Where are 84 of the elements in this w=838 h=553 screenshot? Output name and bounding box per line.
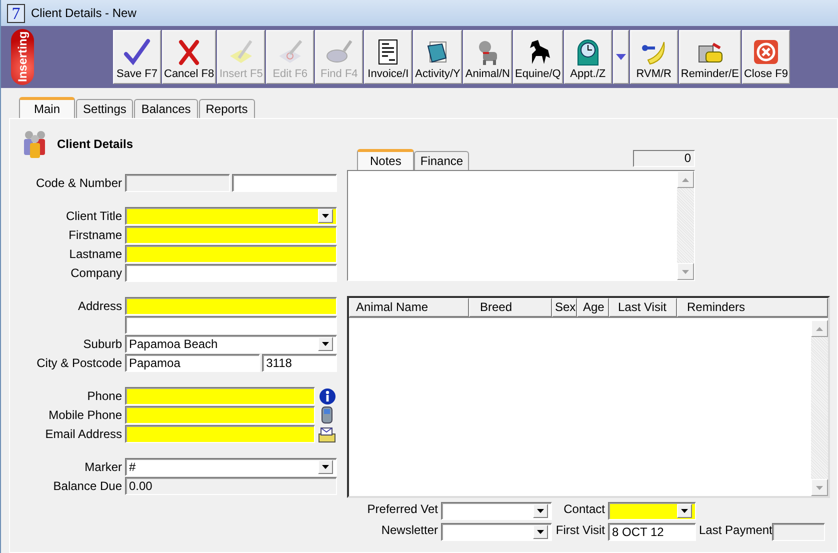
dropdown-field[interactable] — [441, 523, 552, 541]
field-label: Lastname — [68, 247, 122, 261]
field-label: Marker — [84, 460, 122, 474]
input-field[interactable]: 8 OCT 12 — [608, 523, 696, 541]
field-action-button[interactable] — [317, 387, 337, 405]
dropdown-arrow-icon — [537, 530, 544, 534]
toolbar-button[interactable]: Close F9 — [742, 30, 790, 84]
tab[interactable]: Main — [19, 97, 76, 118]
dropdown-arrow-icon — [322, 465, 329, 469]
dropdown-field[interactable] — [441, 502, 552, 520]
column-header[interactable]: Animal Name — [349, 298, 469, 317]
toolbar-button[interactable]: RVM/R — [630, 30, 678, 84]
input-field[interactable] — [125, 264, 337, 282]
scroll-up-icon — [682, 178, 689, 182]
dropdown-arrow-icon — [322, 214, 329, 218]
field-label: Contact — [562, 502, 605, 518]
email-icon — [318, 426, 336, 442]
input-field[interactable] — [125, 406, 315, 424]
field-label: Newsletter — [380, 523, 438, 539]
dropdown-arrow-icon — [682, 270, 689, 274]
tab[interactable]: Balances — [134, 99, 198, 118]
input-field: 0.00 — [125, 477, 337, 495]
mode-badge: Inserting — [11, 29, 34, 85]
window-title: Client Details - New — [31, 6, 136, 20]
dropdown-field[interactable] — [608, 502, 696, 520]
field-label: Client Title — [64, 209, 122, 223]
tab[interactable]: Reports — [198, 99, 255, 118]
toolbar-button[interactable]: Reminder/E — [678, 30, 741, 84]
dropdown-field[interactable]: Papamoa Beach — [125, 335, 337, 353]
dropdown-arrow-icon — [322, 342, 329, 346]
input-field[interactable] — [125, 316, 337, 334]
input-field[interactable] — [125, 226, 337, 244]
toolbar-button[interactable]: Animal/N — [463, 30, 512, 84]
field-label: City & Postcode — [36, 356, 122, 370]
dropdown-button[interactable] — [612, 30, 629, 84]
input-field[interactable] — [125, 245, 337, 263]
column-header[interactable]: Sex — [552, 298, 577, 317]
toolbar-button[interactable]: Cancel F8 — [162, 30, 216, 84]
field-label: Address — [76, 299, 122, 313]
field-label: Company — [70, 266, 122, 280]
input-field[interactable]: Papamoa — [125, 354, 260, 372]
tab[interactable]: Settings — [76, 99, 134, 118]
dropdown-arrow-icon — [681, 509, 688, 513]
dropdown-arrow-icon — [537, 509, 544, 513]
toolbar-button[interactable]: Appt./Z — [564, 30, 612, 84]
column-header[interactable]: Breed — [469, 298, 552, 317]
notes-counter: 0 — [633, 150, 695, 167]
field-label: Firstname — [68, 228, 122, 242]
column-header[interactable]: Age — [577, 298, 609, 317]
field-label: Email Address — [44, 427, 122, 441]
input-field[interactable]: 3118 — [262, 354, 337, 372]
column-header[interactable]: Reminders — [677, 298, 828, 317]
field-label: Suburb — [82, 337, 122, 351]
input-field[interactable] — [125, 387, 315, 405]
dropdown-arrow-icon — [616, 54, 626, 60]
scrollbar[interactable] — [811, 320, 828, 496]
section-title: Client Details — [57, 137, 134, 151]
field-action-button[interactable] — [317, 425, 337, 443]
dropdown-field[interactable] — [125, 207, 337, 225]
field-label: First Visit — [555, 523, 605, 539]
mobile-phone-icon — [321, 406, 333, 424]
toolbar-button[interactable]: Save F7 — [113, 30, 161, 84]
tab[interactable]: Notes — [357, 149, 414, 170]
input-field[interactable] — [125, 297, 337, 315]
scrollbar[interactable] — [677, 171, 694, 280]
input-field[interactable] — [232, 174, 337, 192]
input-field[interactable] — [125, 425, 315, 443]
column-header[interactable]: Last Visit — [609, 298, 677, 317]
dropdown-field[interactable]: # — [125, 458, 337, 476]
app-icon: 7 — [7, 4, 25, 22]
toolbar-button[interactable]: Activity/Y — [413, 30, 462, 84]
field-label: Mobile Phone — [48, 408, 122, 422]
checkmark-icon — [123, 38, 151, 66]
scroll-up-icon — [816, 326, 823, 330]
dropdown-arrow-icon — [816, 486, 823, 490]
tab[interactable]: Finance — [414, 151, 470, 170]
info-icon — [318, 388, 336, 404]
toolbar-button[interactable]: Invoice/I — [364, 30, 412, 84]
field-label: Preferred Vet — [366, 502, 438, 518]
field-label: Code & Number — [34, 176, 122, 190]
field-label: Phone — [86, 389, 122, 403]
toolbar-button[interactable]: Equine/Q — [513, 30, 563, 84]
close-icon — [752, 38, 780, 66]
field-label: Balance Due — [52, 479, 122, 493]
